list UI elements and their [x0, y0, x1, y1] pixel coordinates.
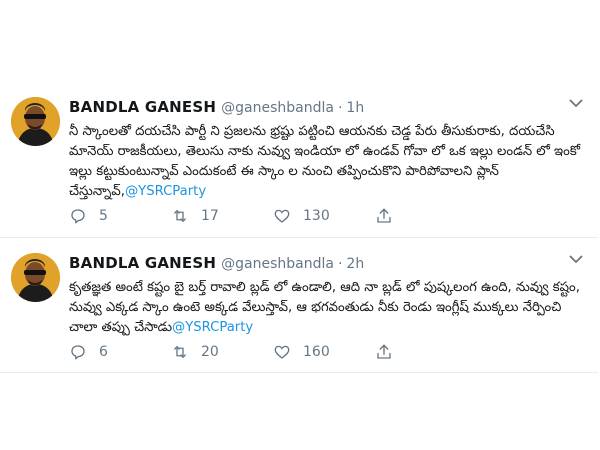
share-button[interactable]	[375, 343, 405, 361]
like-count: 130	[303, 208, 330, 224]
share-button[interactable]	[375, 207, 405, 225]
reply-count: 5	[99, 208, 108, 224]
retweet-icon	[174, 210, 186, 222]
reply-count: 6	[99, 344, 108, 360]
chevron-down-icon[interactable]	[569, 254, 583, 264]
heart-icon	[274, 209, 290, 223]
profile-photo	[11, 97, 60, 146]
tweet-header: BANDLA GANESH @ganeshbandla · 1h	[69, 98, 364, 116]
avatar[interactable]	[11, 253, 60, 302]
tweet-time[interactable]: 1h	[346, 100, 364, 116]
reply-button[interactable]: 5	[69, 207, 171, 225]
chevron-down-icon[interactable]	[569, 98, 583, 108]
reply-icon	[71, 209, 85, 224]
like-button[interactable]: 160	[273, 343, 375, 361]
retweet-button[interactable]: 20	[171, 343, 273, 361]
tweet-actions: 6 20 160	[69, 343, 405, 361]
author-name[interactable]: BANDLA GANESH	[69, 254, 216, 272]
reply-icon	[71, 345, 85, 360]
author-handle[interactable]: @ganeshbandla	[221, 100, 334, 116]
mention-link[interactable]: @YSRCParty	[172, 320, 253, 335]
share-icon	[377, 344, 391, 359]
retweet-count: 17	[201, 208, 219, 224]
author-name[interactable]: BANDLA GANESH	[69, 98, 216, 116]
author-handle[interactable]: @ganeshbandla	[221, 256, 334, 272]
reply-button[interactable]: 6	[69, 343, 171, 361]
tweet-actions: 5 17 130	[69, 207, 405, 225]
profile-photo	[11, 253, 60, 302]
tweet-text: కృతజ్ఞత అంటే కష్టం బై బర్త్ రావాలి బ్లడ్…	[69, 278, 585, 338]
avatar[interactable]	[11, 97, 60, 146]
tweet[interactable]: BANDLA GANESH @ganeshbandla · 1h నీ స్కా…	[0, 82, 598, 238]
separator-dot: ·	[337, 100, 343, 116]
tweet-body: కృతజ్ఞత అంటే కష్టం బై బర్త్ రావాలి బ్లడ్…	[69, 280, 580, 335]
mention-link[interactable]: @YSRCParty	[125, 184, 206, 199]
tweet-feed: BANDLA GANESH @ganeshbandla · 1h నీ స్కా…	[0, 82, 598, 373]
retweet-button[interactable]: 17	[171, 207, 273, 225]
tweet-time[interactable]: 2h	[346, 256, 364, 272]
separator-dot: ·	[337, 256, 343, 272]
retweet-icon	[174, 346, 186, 358]
share-icon	[377, 208, 391, 223]
tweet-text: నీ స్కాంలతో దయచేసి పార్టీ ని ప్రజలను భ్ర…	[69, 122, 585, 202]
like-button[interactable]: 130	[273, 207, 375, 225]
retweet-count: 20	[201, 344, 219, 360]
tweet[interactable]: BANDLA GANESH @ganeshbandla · 2h కృతజ్ఞత…	[0, 238, 598, 373]
like-count: 160	[303, 344, 330, 360]
tweet-header: BANDLA GANESH @ganeshbandla · 2h	[69, 254, 364, 272]
heart-icon	[274, 345, 290, 359]
